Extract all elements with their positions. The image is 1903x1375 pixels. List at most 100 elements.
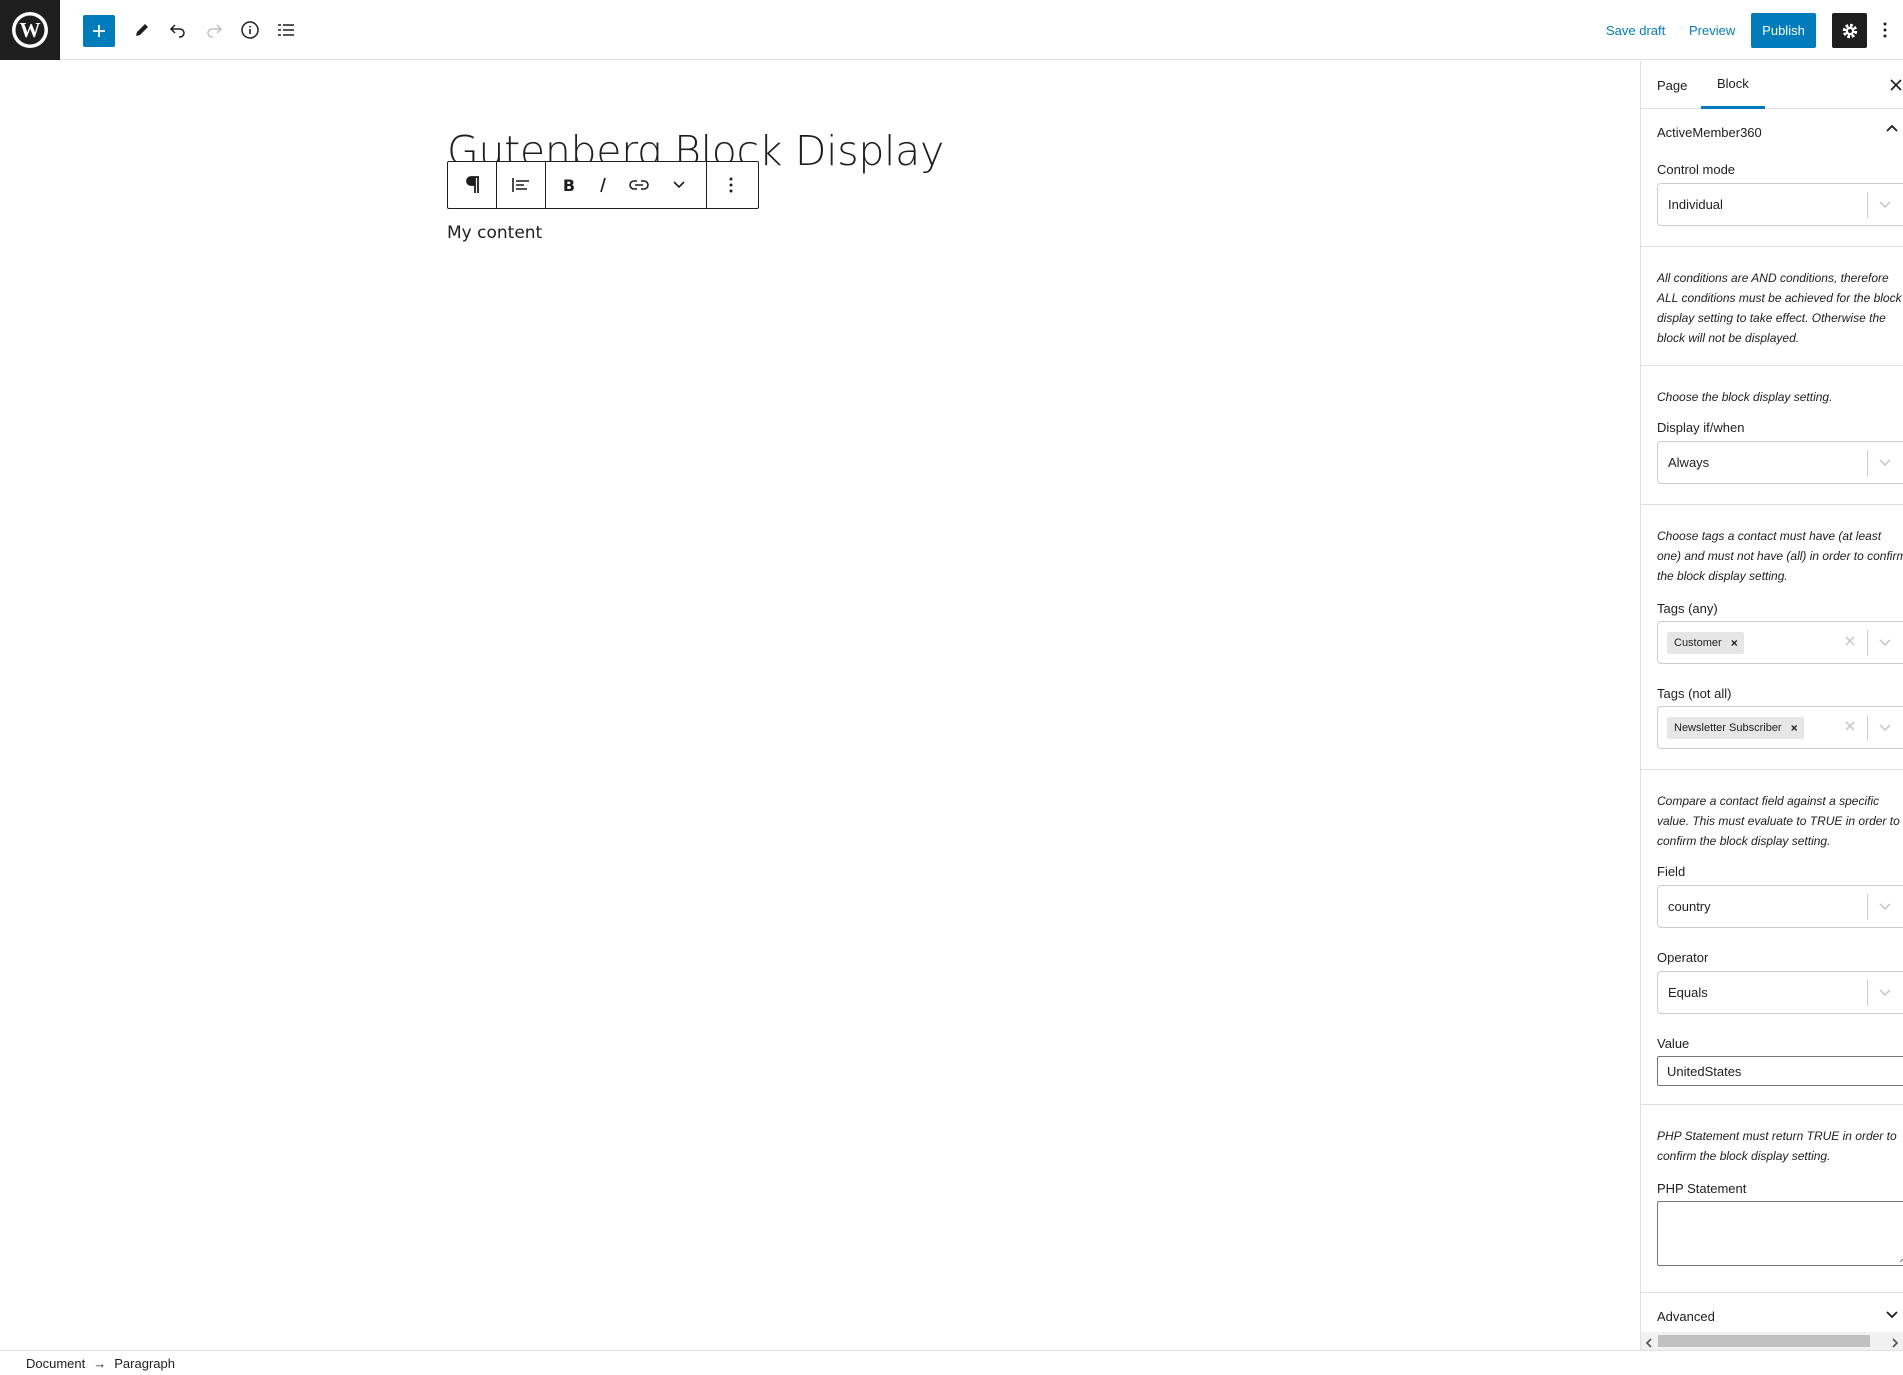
select-separator bbox=[1867, 192, 1868, 218]
editor-header: W Save draft Preview Publish bbox=[0, 0, 1903, 60]
redo-button[interactable] bbox=[199, 15, 229, 45]
divider bbox=[1641, 504, 1903, 505]
paragraph-transform-button[interactable] bbox=[448, 162, 496, 208]
plus-icon bbox=[93, 25, 105, 37]
paragraph-block[interactable]: My content bbox=[447, 223, 542, 243]
undo-button[interactable] bbox=[163, 15, 193, 45]
display-help: Choose the block display setting. bbox=[1657, 390, 1833, 404]
divider bbox=[1641, 1104, 1903, 1105]
field-label: Field bbox=[1657, 864, 1686, 879]
list-view-icon bbox=[278, 24, 294, 36]
tab-block[interactable]: Block bbox=[1701, 61, 1765, 109]
more-formatting-button[interactable] bbox=[658, 162, 700, 208]
more-vertical-icon bbox=[729, 177, 733, 193]
panel-title[interactable]: ActiveMember360 bbox=[1657, 125, 1762, 140]
block-options-button[interactable] bbox=[707, 162, 755, 208]
chevron-down-icon bbox=[1878, 899, 1892, 916]
link-button[interactable] bbox=[620, 162, 658, 208]
wordpress-logo[interactable]: W bbox=[0, 0, 60, 60]
select-separator bbox=[1867, 630, 1868, 656]
tags-not-all-label: Tags (not all) bbox=[1657, 686, 1732, 701]
bold-button[interactable]: B bbox=[552, 162, 586, 208]
field-value: country bbox=[1668, 899, 1711, 914]
italic-button[interactable] bbox=[586, 162, 620, 208]
divider bbox=[1641, 365, 1903, 366]
breadcrumb-paragraph[interactable]: Paragraph bbox=[114, 1356, 175, 1371]
select-separator bbox=[1867, 894, 1868, 920]
pencil-icon bbox=[136, 24, 148, 36]
scroll-left-icon[interactable] bbox=[1645, 1336, 1653, 1350]
tag-chip: Newsletter Subscriber × bbox=[1667, 717, 1804, 739]
add-block-button[interactable] bbox=[83, 15, 115, 47]
horizontal-scrollbar[interactable] bbox=[1641, 1332, 1903, 1350]
settings-button[interactable] bbox=[1832, 13, 1867, 48]
field-select[interactable]: country bbox=[1657, 885, 1903, 928]
control-mode-label: Control mode bbox=[1657, 162, 1736, 177]
php-statement-textarea[interactable] bbox=[1657, 1201, 1903, 1266]
scrollbar-thumb[interactable] bbox=[1658, 1335, 1870, 1347]
remove-tag-button[interactable]: × bbox=[1791, 721, 1798, 735]
chevron-down-icon bbox=[1878, 635, 1892, 652]
list-view-button[interactable] bbox=[271, 15, 301, 45]
close-sidebar-button[interactable] bbox=[1886, 75, 1903, 95]
operator-select[interactable]: Equals bbox=[1657, 971, 1903, 1014]
info-icon bbox=[241, 21, 259, 39]
details-button[interactable] bbox=[235, 15, 265, 45]
paragraph-icon bbox=[466, 176, 479, 193]
tab-page[interactable]: Page bbox=[1657, 61, 1687, 109]
value-label: Value bbox=[1657, 1036, 1690, 1051]
field-help: Compare a contact field against a specif… bbox=[1657, 794, 1900, 848]
chevron-down-icon bbox=[1878, 455, 1892, 472]
clear-icon[interactable] bbox=[1844, 720, 1856, 735]
divider bbox=[1641, 769, 1903, 770]
chevron-down-icon bbox=[1878, 985, 1892, 1002]
display-if-select[interactable]: Always bbox=[1657, 441, 1903, 484]
more-vertical-icon bbox=[1883, 22, 1887, 38]
tag-label: Newsletter Subscriber bbox=[1674, 722, 1782, 734]
save-draft-button[interactable]: Save draft bbox=[1606, 23, 1665, 38]
select-separator bbox=[1867, 715, 1868, 741]
resize-handle-icon[interactable] bbox=[1899, 1253, 1903, 1263]
align-left-icon bbox=[512, 178, 529, 192]
breadcrumb-separator: → bbox=[93, 1355, 107, 1371]
display-if-label: Display if/when bbox=[1657, 420, 1745, 435]
select-separator bbox=[1867, 450, 1868, 476]
sidebar-tabs: Page Block bbox=[1641, 61, 1903, 109]
tools-button[interactable] bbox=[127, 15, 157, 45]
options-group bbox=[707, 162, 755, 208]
clear-icon[interactable] bbox=[1844, 635, 1856, 650]
format-group: B bbox=[546, 162, 707, 208]
align-group bbox=[497, 162, 546, 208]
control-mode-select[interactable]: Individual bbox=[1657, 183, 1903, 226]
remove-tag-button[interactable]: × bbox=[1731, 636, 1738, 650]
editor-canvas: Gutenberg Block Display B My content bbox=[0, 61, 1640, 1350]
block-type-group bbox=[448, 162, 497, 208]
tags-any-label: Tags (any) bbox=[1657, 601, 1718, 616]
options-button[interactable] bbox=[1878, 17, 1892, 43]
block-breadcrumb: Document → Paragraph bbox=[0, 1350, 1903, 1375]
redo-icon bbox=[207, 24, 223, 38]
publish-button[interactable]: Publish bbox=[1751, 13, 1816, 48]
panel-toggle[interactable] bbox=[1885, 121, 1899, 138]
operator-value: Equals bbox=[1668, 985, 1708, 1000]
php-label: PHP Statement bbox=[1657, 1181, 1747, 1196]
align-button[interactable] bbox=[497, 162, 545, 208]
conditions-help: All conditions are AND conditions, there… bbox=[1657, 271, 1902, 345]
value-input-text: UnitedStates bbox=[1667, 1064, 1742, 1079]
preview-button[interactable]: Preview bbox=[1689, 23, 1735, 38]
breadcrumb-document[interactable]: Document bbox=[26, 1356, 85, 1371]
chevron-down-icon bbox=[673, 181, 685, 189]
svg-text:B: B bbox=[563, 177, 575, 193]
chevron-down-icon bbox=[1878, 720, 1892, 737]
close-icon bbox=[1890, 79, 1902, 91]
scroll-right-icon[interactable] bbox=[1891, 1336, 1899, 1350]
svg-text:W: W bbox=[20, 18, 41, 42]
value-input[interactable]: UnitedStates bbox=[1657, 1056, 1903, 1086]
operator-label: Operator bbox=[1657, 950, 1709, 965]
bold-icon: B bbox=[563, 177, 575, 193]
chevron-down-icon bbox=[1885, 1307, 1899, 1324]
undo-icon bbox=[169, 24, 185, 38]
wordpress-icon: W bbox=[12, 12, 48, 48]
tags-any-select[interactable]: Customer × bbox=[1657, 621, 1903, 664]
tags-not-all-select[interactable]: Newsletter Subscriber × bbox=[1657, 706, 1903, 749]
